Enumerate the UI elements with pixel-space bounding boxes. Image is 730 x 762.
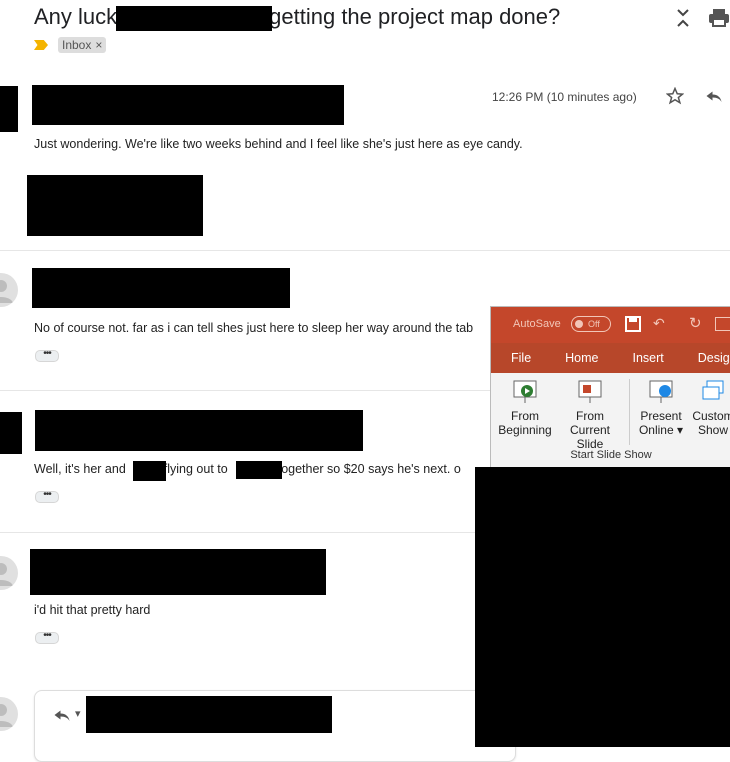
show-trimmed-content-button[interactable]: ••• xyxy=(35,349,59,362)
inbox-label: Inbox xyxy=(62,38,92,52)
message-timestamp: 12:26 PM (10 minutes ago) xyxy=(492,90,637,104)
message-body: Just wondering. We're like two weeks beh… xyxy=(34,137,523,151)
tab-home[interactable]: Home xyxy=(545,351,612,365)
tab-insert[interactable]: Insert xyxy=(613,351,678,365)
message-body: No of course not. far as i can tell shes… xyxy=(34,321,474,335)
remove-label-icon[interactable]: × xyxy=(95,38,102,52)
redacted-avatar xyxy=(0,86,18,132)
expand-collapse-icon[interactable] xyxy=(675,8,691,33)
show-trimmed-content-button[interactable]: ••• xyxy=(35,631,59,644)
present-online-icon xyxy=(649,380,673,403)
label-row: Inbox × xyxy=(34,36,107,54)
present-online-label-1: Present xyxy=(640,409,682,423)
redaction-box xyxy=(116,6,272,31)
undo-icon[interactable]: ↶ xyxy=(653,315,665,332)
show-trimmed-content-button[interactable]: ••• xyxy=(35,490,59,503)
redacted-name xyxy=(133,461,166,481)
message-text-part: together so $20 says he's next. o xyxy=(277,462,461,476)
save-icon[interactable] xyxy=(625,316,641,335)
from-current-slide-label-2: Current Slide xyxy=(569,423,610,451)
message-text-part: flying out to xyxy=(163,462,228,476)
redacted-block xyxy=(27,175,203,236)
from-current-slide-button[interactable]: From Current Slide xyxy=(557,379,623,451)
tab-design[interactable]: Design xyxy=(678,351,730,365)
present-online-button[interactable]: Present Online ▾ xyxy=(631,379,691,437)
importance-marker-icon xyxy=(34,40,48,50)
redacted-sender xyxy=(30,549,326,595)
message-body: i'd hit that pretty hard xyxy=(34,603,151,617)
tab-file[interactable]: File xyxy=(491,351,545,365)
subject-end: getting the project map done? xyxy=(269,4,561,29)
powerpoint-window: AutoSave Off ↶ ↻ File Home Insert Design… xyxy=(490,306,730,468)
redaction-overlay xyxy=(475,467,730,747)
from-beginning-button[interactable]: From Beginning xyxy=(495,379,555,437)
redacted-sender xyxy=(32,85,344,125)
custom-show-label-1: Custom xyxy=(692,409,730,423)
redacted-recipient xyxy=(86,696,332,733)
ppt-ribbon: From Beginning From Current Slide Presen… xyxy=(491,373,730,467)
email-subject: Any luck getting the project map done? xyxy=(34,4,560,30)
ppt-ribbon-tabs: File Home Insert Design xyxy=(491,343,730,373)
message-divider xyxy=(0,250,730,251)
subject-start: Any luck xyxy=(34,4,118,29)
ppt-title-bar: AutoSave Off ↶ ↻ xyxy=(491,307,730,343)
autosave-label: AutoSave xyxy=(513,318,561,330)
reply-type-dropdown-icon[interactable]: ▾ xyxy=(75,707,81,720)
print-icon[interactable] xyxy=(708,8,730,33)
reply-icon[interactable] xyxy=(705,88,723,109)
ribbon-separator xyxy=(629,379,630,445)
redacted-avatar xyxy=(0,412,22,454)
avatar xyxy=(0,697,18,731)
ribbon-group-label: Start Slide Show xyxy=(570,449,652,461)
from-current-slide-icon xyxy=(578,380,602,403)
from-beginning-label-1: From xyxy=(511,409,539,423)
from-beginning-icon xyxy=(513,380,537,403)
present-mode-icon[interactable] xyxy=(715,317,730,331)
redacted-place xyxy=(236,461,282,479)
avatar xyxy=(0,556,18,590)
reply-type-icon[interactable] xyxy=(53,707,71,728)
custom-show-icon xyxy=(702,380,724,400)
redo-icon[interactable]: ↻ xyxy=(689,314,702,332)
redacted-sender xyxy=(35,410,363,451)
present-online-label-2: Online ▾ xyxy=(638,423,684,437)
custom-show-label-2: Show xyxy=(697,423,729,437)
redacted-sender xyxy=(32,268,290,308)
from-beginning-label-2: Beginning xyxy=(498,423,552,437)
from-current-slide-label-1: From xyxy=(576,409,604,423)
autosave-state: Off xyxy=(588,319,600,329)
custom-show-button[interactable]: Custom Show xyxy=(683,379,730,437)
autosave-toggle[interactable]: Off xyxy=(571,316,611,332)
avatar xyxy=(0,273,18,307)
star-icon[interactable] xyxy=(665,86,685,110)
message-text-part: Well, it's her and xyxy=(34,462,126,476)
inbox-label-chip[interactable]: Inbox × xyxy=(58,37,107,53)
